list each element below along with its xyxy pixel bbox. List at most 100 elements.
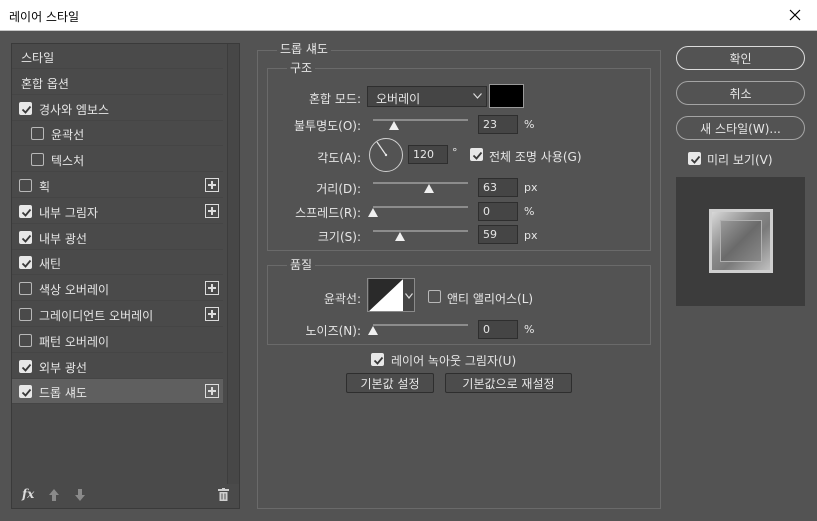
add-instance-icon[interactable] — [205, 384, 219, 399]
distance-unit: px — [524, 181, 538, 194]
style-item-label: 혼합 옵션 — [21, 76, 69, 91]
styles-list: 스타일혼합 옵션경사와 엠보스윤곽선텍스처 획내부 그림자내부 광선새틴색상 오버… — [12, 44, 225, 484]
style-item-label: 윤곽선 — [51, 128, 85, 143]
contour-linear-icon — [369, 279, 403, 311]
preview-checkbox[interactable] — [688, 152, 701, 165]
style-item[interactable]: 스타일 — [12, 44, 223, 69]
styles-panel: 스타일혼합 옵션경사와 엠보스윤곽선텍스처 획내부 그림자내부 광선새틴색상 오버… — [11, 43, 240, 509]
style-item-checkbox[interactable] — [19, 230, 32, 244]
distance-input[interactable]: 63 — [478, 178, 518, 197]
title-bar: 레이어 스타일 — [0, 0, 817, 31]
style-item-checkbox[interactable] — [31, 127, 44, 141]
style-item[interactable]: 외부 광선 — [12, 354, 223, 379]
angle-unit: ° — [452, 146, 458, 159]
style-item-checkbox[interactable] — [19, 256, 32, 270]
angle-label: 각도(A): — [317, 151, 361, 165]
style-item-label: 색상 오버레이 — [39, 283, 110, 298]
cancel-button[interactable]: 취소 — [676, 81, 805, 105]
style-item[interactable]: 그레이디언트 오버레이 — [12, 302, 223, 327]
style-item-checkbox[interactable] — [19, 333, 32, 347]
preview-label: 미리 보기(V) — [707, 153, 773, 167]
style-item[interactable]: 텍스처 — [12, 147, 223, 173]
global-light-checkbox[interactable] — [470, 148, 483, 161]
knockout-label: 레이어 녹아웃 그림자(U) — [391, 354, 517, 368]
check-icon — [21, 234, 32, 243]
blend-mode-label: 혼합 모드: — [308, 92, 361, 106]
size-unit: px — [524, 229, 538, 242]
style-item-label: 내부 그림자 — [39, 205, 99, 220]
distance-label: 거리(D): — [316, 182, 361, 196]
drop-shadow-title: 드롭 섀도 — [277, 40, 331, 57]
style-item[interactable]: 색상 오버레이 — [12, 276, 223, 302]
arrow-up-icon[interactable] — [49, 489, 59, 501]
opacity-slider-track[interactable] — [373, 119, 468, 121]
make-default-button[interactable]: 기본값 설정 — [346, 373, 434, 393]
size-input[interactable]: 59 — [478, 225, 518, 244]
style-item[interactable]: 윤곽선 — [12, 121, 223, 147]
reset-default-button[interactable]: 기본값으로 재설정 — [445, 373, 572, 393]
contour-picker[interactable] — [367, 278, 415, 312]
chevron-down-icon — [405, 293, 413, 299]
noise-input[interactable]: 0 — [478, 320, 518, 339]
style-item[interactable]: 드롭 섀도 — [12, 379, 223, 405]
antialias-checkbox[interactable] — [428, 290, 441, 303]
add-effect-button[interactable]: fx — [22, 487, 34, 501]
style-item-checkbox[interactable] — [19, 359, 32, 373]
add-instance-icon[interactable] — [205, 203, 219, 218]
angle-needle-icon — [376, 141, 388, 157]
style-item-checkbox[interactable] — [19, 385, 32, 399]
style-item-label: 그레이디언트 오버레이 — [39, 309, 154, 323]
distance-slider-thumb[interactable] — [424, 184, 434, 193]
style-item-label: 획 — [39, 180, 51, 194]
style-item[interactable]: 패턴 오버레이 — [12, 328, 223, 353]
chevron-down-icon — [473, 93, 482, 99]
shadow-color-swatch[interactable] — [489, 84, 524, 108]
trash-icon[interactable] — [218, 488, 229, 501]
add-instance-icon[interactable] — [205, 178, 219, 192]
style-item-checkbox[interactable] — [19, 101, 32, 115]
angle-dial[interactable] — [369, 138, 403, 172]
distance-slider-track[interactable] — [373, 182, 468, 184]
style-item-checkbox[interactable] — [31, 153, 44, 167]
check-icon — [21, 105, 32, 114]
spread-slider-track[interactable] — [373, 206, 468, 208]
spread-input[interactable]: 0 — [478, 202, 518, 221]
size-slider-track[interactable] — [373, 230, 468, 232]
style-item-label: 새틴 — [39, 257, 62, 272]
style-item-checkbox[interactable] — [19, 179, 32, 192]
opacity-input[interactable]: 23 — [478, 115, 518, 134]
antialias-label: 앤티 앨리어스(L) — [447, 292, 534, 306]
spread-slider-thumb[interactable] — [368, 208, 378, 217]
style-item-checkbox[interactable] — [19, 308, 32, 321]
new-style-button[interactable]: 새 스타일(W)... — [676, 116, 805, 140]
check-icon — [690, 155, 701, 164]
style-item[interactable]: 경사와 엠보스 — [12, 96, 223, 121]
check-icon — [21, 389, 32, 398]
close-icon — [789, 9, 801, 21]
angle-input[interactable]: 120 — [408, 145, 448, 164]
noise-slider-track[interactable] — [373, 324, 468, 326]
style-item[interactable]: 혼합 옵션 — [12, 70, 223, 95]
close-button[interactable] — [773, 0, 817, 30]
ok-button[interactable]: 확인 — [676, 46, 805, 70]
style-item-label: 텍스처 — [51, 154, 85, 169]
knockout-checkbox[interactable] — [371, 353, 384, 366]
opacity-unit: % — [524, 118, 535, 131]
noise-label: 노이즈(N): — [305, 324, 361, 338]
arrow-down-icon[interactable] — [75, 489, 85, 501]
blend-mode-select[interactable]: 오버레이 — [367, 86, 487, 107]
opacity-slider-thumb[interactable] — [389, 121, 399, 130]
noise-slider-thumb[interactable] — [368, 326, 378, 335]
add-instance-icon[interactable] — [205, 281, 219, 296]
structure-title: 구조 — [287, 59, 316, 76]
styles-scrollbar[interactable] — [227, 44, 239, 484]
style-item-checkbox[interactable] — [19, 204, 32, 218]
style-item[interactable]: 획 — [12, 173, 223, 198]
style-item[interactable]: 새틴 — [12, 250, 223, 276]
size-slider-thumb[interactable] — [395, 232, 405, 241]
opacity-label: 불투명도(O): — [293, 119, 361, 133]
style-item-checkbox[interactable] — [19, 282, 32, 296]
style-item[interactable]: 내부 광선 — [12, 225, 223, 250]
add-instance-icon[interactable] — [205, 307, 219, 321]
style-item[interactable]: 내부 그림자 — [12, 199, 223, 224]
